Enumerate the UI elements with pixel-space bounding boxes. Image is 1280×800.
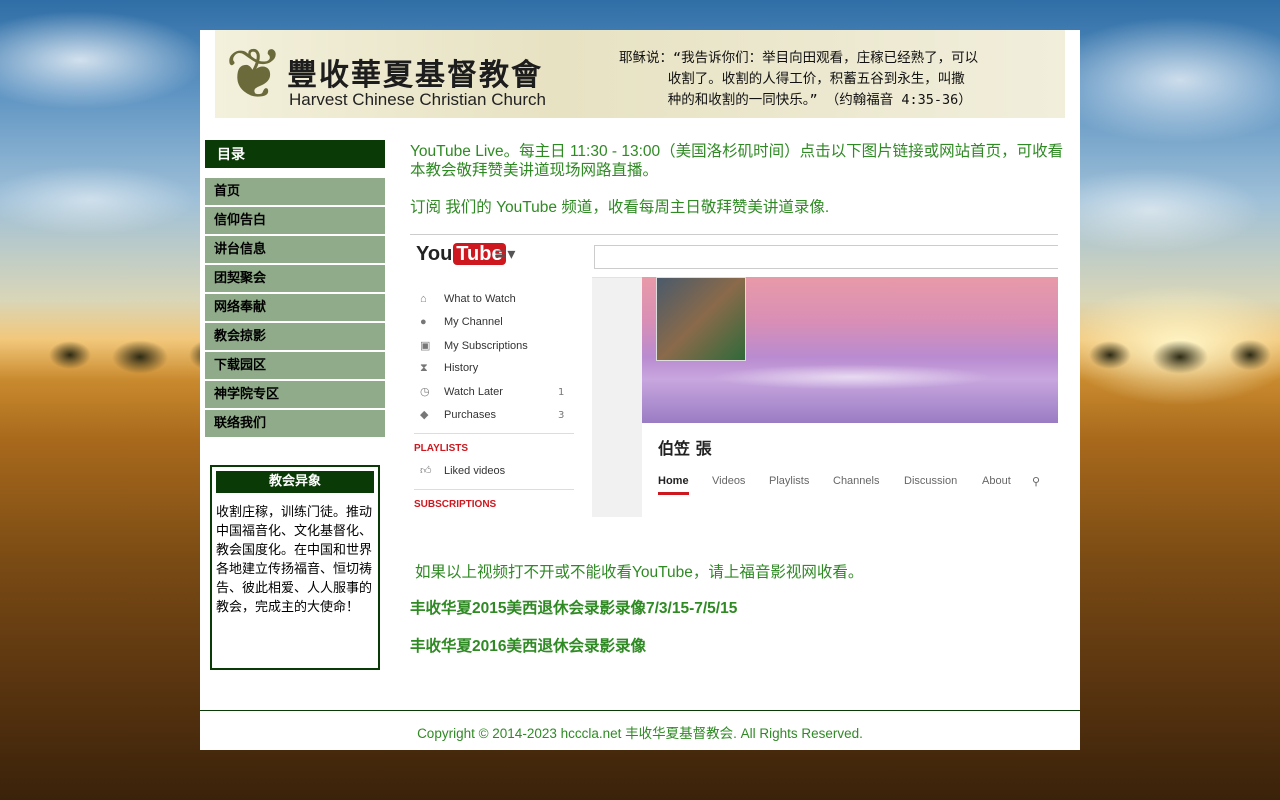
youtube-nav-item: ◷ Watch Later (420, 386, 503, 398)
purchases-count: 3 (558, 410, 565, 421)
home-icon: ⌂ (420, 293, 427, 305)
church-name-en: Harvest Chinese Christian Church (289, 90, 546, 109)
sidebar-item-online-giving[interactable]: 网络奉献 (205, 294, 385, 321)
vision-box: 教会异象 收割庄稼，训练门徒。推动中国福音化、文化基督化、教会国度化。在中国和世… (210, 465, 380, 670)
page-container: ❦ 豐收華夏基督教會 Harvest Chinese Christian Chu… (200, 30, 1080, 750)
sidebar-item-sermons[interactable]: 讲台信息 (205, 236, 385, 263)
youtube-nav-item: ⌂ What to Watch (420, 293, 516, 305)
sidebar-item-statement-of-faith[interactable]: 信仰告白 (205, 207, 385, 234)
divider (414, 433, 574, 434)
footer-divider (200, 710, 1080, 711)
sidebar-item-downloads[interactable]: 下载园区 (205, 352, 385, 379)
sidebar-item-gallery[interactable]: 教会掠影 (205, 323, 385, 350)
tab-channels: Channels (833, 475, 880, 487)
vision-text: 收割庄稼，训练门徒。推动中国福音化、文化基督化、教会国度化。在中国和世界各地建立… (216, 505, 373, 615)
copyright-footer: Copyright © 2014-2023 hcccla.net 丰收华夏基督教… (417, 726, 863, 741)
sidebar-item-contact[interactable]: 联络我们 (205, 410, 385, 437)
youtube-nav-item: ◆ Purchases (420, 409, 496, 421)
menu-heading: 目录 (205, 140, 385, 168)
retreat-2016-link[interactable]: 丰收华夏2016美西退休会录影录像 (410, 634, 646, 656)
sidebar-item-home[interactable]: 首页 (205, 178, 385, 205)
channel-header: 伯笠 張 Home Videos Playlists Channels Disc… (642, 423, 1058, 517)
sidebar: 目录 首页 信仰告白 讲台信息 团契聚会 网络奉献 教会掠影 下载园区 神学院专… (205, 140, 385, 439)
youtube-nav-item: ⧗ History (420, 362, 479, 374)
church-name-cn: 豐收華夏基督教會 (287, 58, 543, 93)
subscriptions-heading: SUBSCRIPTIONS (414, 499, 497, 510)
tab-videos: Videos (712, 475, 746, 487)
header-banner[interactable]: ❦ 豐收華夏基督教會 Harvest Chinese Christian Chu… (215, 30, 1065, 118)
search-icon: ⚲ (1032, 476, 1041, 488)
youtube-nav-item: 👍︎ Liked videos (420, 465, 506, 477)
channel-name: 伯笠 張 (658, 439, 712, 458)
hamburger-menu-icon: ≡▾ (494, 244, 516, 263)
subscriptions-icon: ▣ (420, 340, 431, 352)
hourglass-icon: ⧗ (420, 362, 428, 374)
sidebar-item-seminary[interactable]: 神学院专区 (205, 381, 385, 408)
divider (414, 489, 574, 490)
main-content: YouTube Live。每主日 11:30 - 13:00（美国洛杉矶时间）点… (410, 142, 1070, 655)
youtube-nav-item: ▣ My Subscriptions (420, 340, 528, 352)
youtube-logo: You Tube (416, 243, 506, 266)
wheat-logo-icon: ❦ (225, 33, 284, 115)
tab-discussion: Discussion (904, 475, 958, 487)
youtube-search-box (594, 245, 1058, 269)
youtube-logo-you: You (416, 243, 453, 265)
retreat-2015-link[interactable]: 丰收华夏2015美西退休会录影录像7/3/15-7/5/15 (410, 596, 737, 618)
watch-later-count: 1 (558, 387, 565, 398)
livestream-info: YouTube Live。每主日 11:30 - 13:00（美国洛杉矶时间）点… (410, 143, 1064, 179)
subscribe-link[interactable]: 订阅 我们的 YouTube 频道，收看每周主日敬拜赞美讲道录像. (410, 198, 1070, 217)
tag-icon: ◆ (420, 409, 429, 421)
thumbs-up-icon: 👍︎ (420, 465, 432, 477)
youtube-nav-item: ● My Channel (420, 316, 503, 328)
playlists-heading: PLAYLISTS (414, 443, 469, 454)
tree-silhouette (1080, 335, 1280, 375)
youtube-topbar: You Tube ≡▾ (410, 235, 1058, 278)
youtube-channel-screenshot[interactable]: You Tube ≡▾ ⌂ What to Watch ● My Channel ▣ M… (410, 234, 1058, 517)
sidebar-item-fellowship[interactable]: 团契聚会 (205, 265, 385, 292)
sidebar-menu: 首页 信仰告白 讲台信息 团契聚会 网络奉献 教会掠影 下载园区 神学院专区 联… (205, 178, 385, 437)
channel-banner-image (642, 277, 1058, 423)
user-icon: ● (420, 316, 427, 328)
tab-home: Home (658, 475, 689, 495)
clock-icon: ◷ (420, 386, 430, 398)
channel-avatar (656, 277, 746, 361)
alternate-viewing-link[interactable]: 如果以上视频打不开或不能收看YouTube，请上福音影视网收看。 (415, 560, 863, 582)
vision-heading: 教会异象 (216, 471, 374, 493)
tab-playlists: Playlists (769, 475, 810, 487)
youtube-sidebar: ⌂ What to Watch ● My Channel ▣ My Subscript… (410, 277, 592, 517)
tab-about: About (982, 475, 1011, 487)
scripture-quote: 耶稣说：“我告诉你们：举目向田观看，庄稼已经熟了，可以 收割了。收割的人得工价，… (619, 50, 979, 108)
